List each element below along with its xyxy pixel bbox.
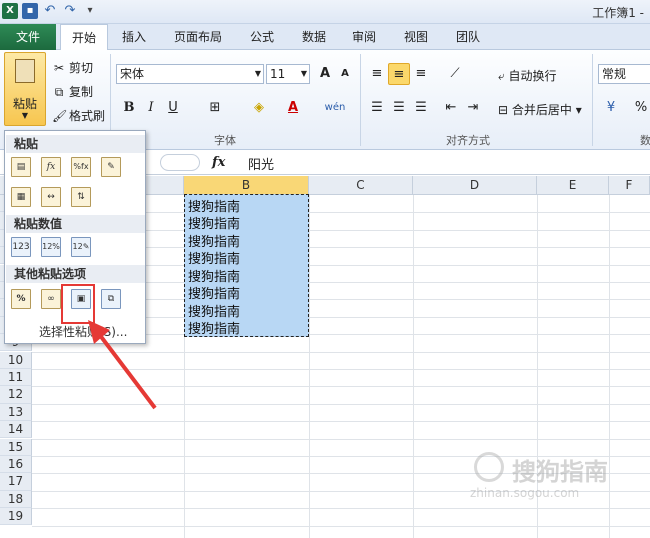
watermark-text: 搜狗指南 bbox=[512, 458, 608, 486]
watermark-url: zhinan.sogou.com bbox=[470, 486, 580, 500]
watermark-logo bbox=[474, 452, 504, 482]
arrow-shaft bbox=[94, 328, 157, 410]
arrow-head bbox=[88, 320, 110, 344]
